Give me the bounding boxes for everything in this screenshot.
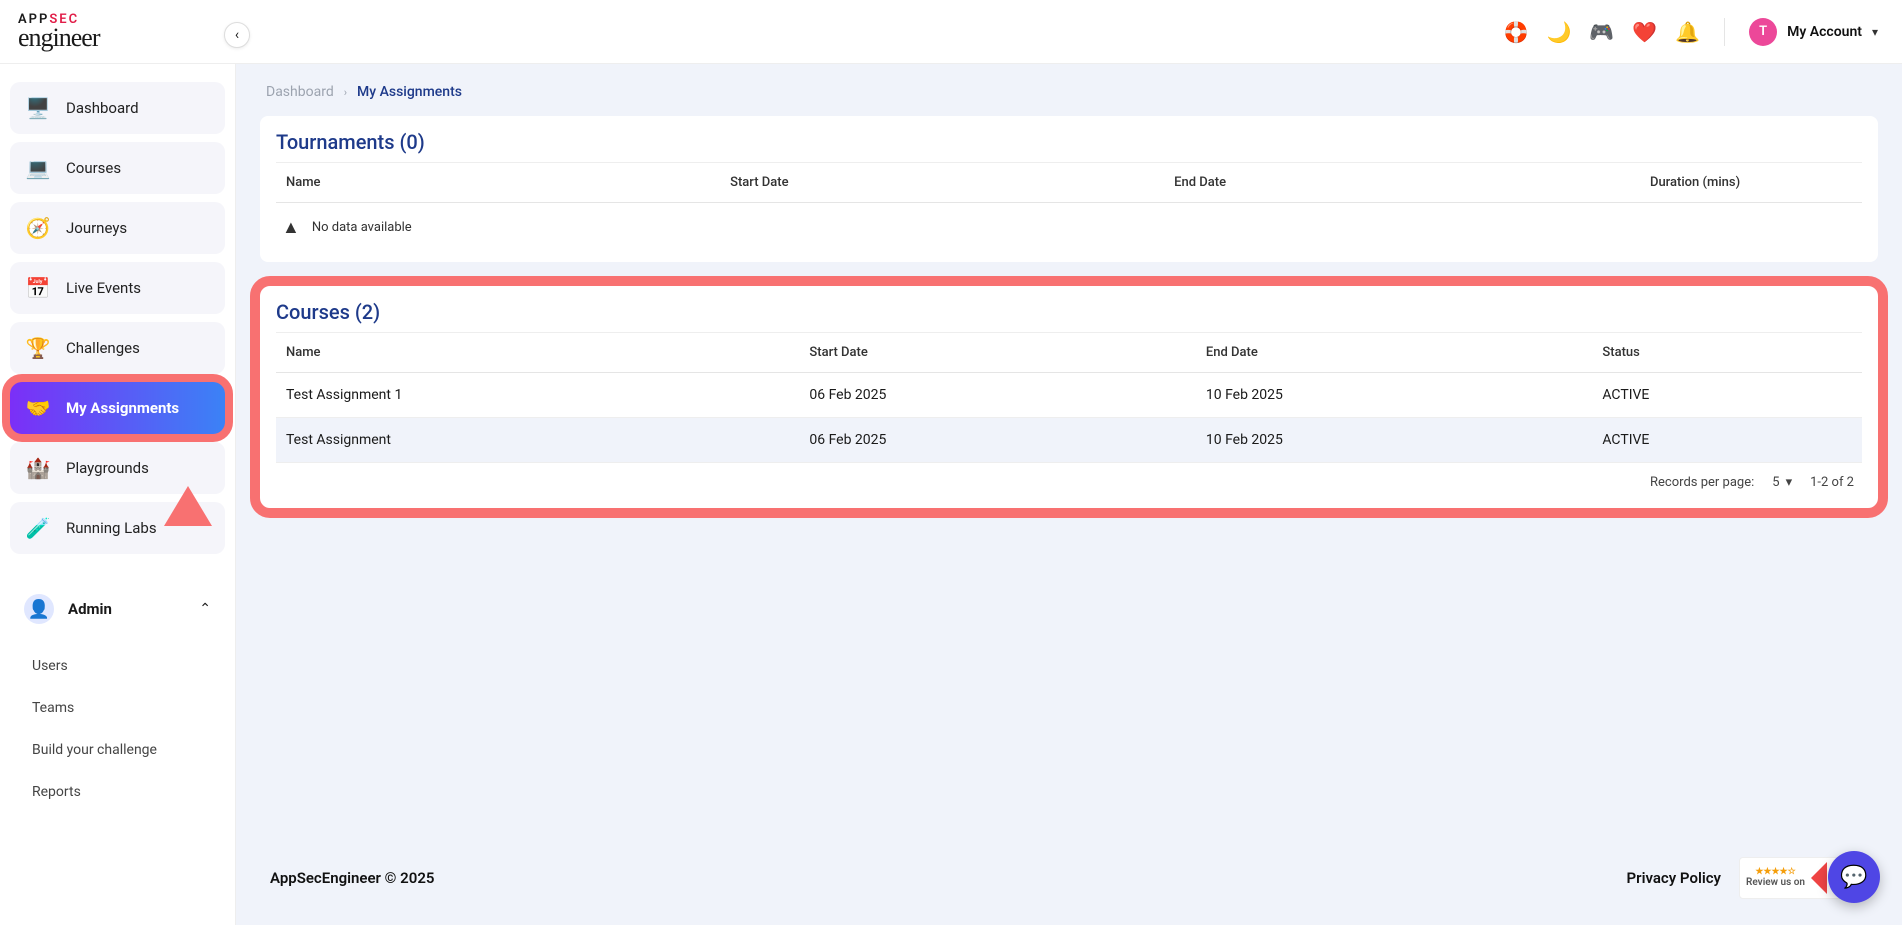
th-start: Start Date: [799, 333, 1196, 373]
sidebar-item-label: Journeys: [66, 219, 127, 237]
th-start: Start Date: [720, 163, 1164, 203]
admin-label: Admin: [68, 600, 185, 618]
main-content: Dashboard › My Assignments Tournaments (…: [236, 64, 1902, 925]
per-page-value: 5: [1772, 475, 1779, 490]
admin-toggle[interactable]: 👤 Admin ⌃: [14, 588, 221, 630]
sidebar-item-label: Dashboard: [66, 99, 139, 117]
admin-avatar-icon: 👤: [24, 594, 54, 624]
th-status: Status: [1592, 333, 1862, 373]
topbar: APPSEC engineer ‹ 🛟 🌙 🎮 ❤️ 🔔 T My Accoun…: [0, 0, 1902, 64]
admin-link-build-challenge[interactable]: Build your challenge: [28, 732, 221, 768]
playgrounds-icon: 🏰: [24, 454, 52, 482]
sidebar-item-running-labs[interactable]: 🧪 Running Labs: [10, 502, 225, 554]
th-end: End Date: [1196, 333, 1593, 373]
admin-subnav: Users Teams Build your challenge Reports: [14, 648, 221, 810]
sidebar-item-label: My Assignments: [66, 399, 179, 417]
heart-icon[interactable]: ❤️: [1632, 20, 1657, 44]
dashboard-icon: 🖥️: [24, 94, 52, 122]
records-per-page-select[interactable]: 5 ▾: [1772, 475, 1792, 490]
sidebar-item-label: Challenges: [66, 339, 140, 357]
admin-section: 👤 Admin ⌃ Users Teams Build your challen…: [10, 588, 225, 810]
breadcrumb-dashboard[interactable]: Dashboard: [266, 84, 334, 100]
nav: 🖥️ Dashboard 💻 Courses 🧭 Journeys 📅 Live…: [10, 82, 225, 554]
records-per-page-label: Records per page:: [1650, 475, 1754, 490]
courses-icon: 💻: [24, 154, 52, 182]
warning-icon: ▲: [282, 217, 300, 238]
footer: AppSecEngineer © 2025 Privacy Policy ★★★…: [260, 837, 1878, 905]
th-name: Name: [276, 163, 720, 203]
sidebar-item-my-assignments[interactable]: 🤝 My Assignments: [10, 382, 225, 434]
discord-icon[interactable]: 🎮: [1589, 20, 1614, 44]
sidebar: 🖥️ Dashboard 💻 Courses 🧭 Journeys 📅 Live…: [0, 64, 236, 925]
sidebar-item-live-events[interactable]: 📅 Live Events: [10, 262, 225, 314]
cell-status: ACTIVE: [1592, 373, 1862, 418]
sidebar-collapse-button[interactable]: ‹: [224, 22, 250, 48]
sidebar-item-challenges[interactable]: 🏆 Challenges: [10, 322, 225, 374]
journeys-icon: 🧭: [24, 214, 52, 242]
no-data-text: No data available: [312, 220, 412, 235]
breadcrumb: Dashboard › My Assignments: [260, 84, 1878, 100]
avatar-initial: T: [1759, 24, 1767, 39]
courses-card: Courses (2) Name Start Date End Date Sta…: [260, 286, 1878, 508]
sidebar-item-label: Courses: [66, 159, 121, 177]
table-row[interactable]: Test Assignment 1 06 Feb 2025 10 Feb 202…: [276, 373, 1862, 418]
chevron-left-icon: ‹: [235, 27, 239, 43]
breadcrumb-current: My Assignments: [357, 84, 462, 100]
admin-link-teams[interactable]: Teams: [28, 690, 221, 726]
cell-start: 06 Feb 2025: [799, 373, 1196, 418]
top-icons: 🛟 🌙 🎮 ❤️ 🔔 T My Account ▾: [1504, 18, 1878, 46]
tournaments-empty: ▲ No data available: [276, 203, 1862, 244]
live-events-icon: 📅: [24, 274, 52, 302]
stars-icon: ★★★★☆: [1755, 868, 1795, 878]
account-menu[interactable]: T My Account ▾: [1749, 18, 1878, 46]
admin-link-reports[interactable]: Reports: [28, 774, 221, 810]
bell-icon[interactable]: 🔔: [1675, 20, 1700, 44]
chevron-down-icon: ▾: [1786, 475, 1793, 490]
logo-bottom-text: engineer: [18, 26, 100, 49]
cell-status: ACTIVE: [1592, 418, 1862, 463]
g2-triangle: [1811, 862, 1827, 894]
dark-mode-icon[interactable]: 🌙: [1546, 20, 1571, 44]
account-label: My Account: [1787, 24, 1862, 40]
table-row[interactable]: Test Assignment 06 Feb 2025 10 Feb 2025 …: [276, 418, 1862, 463]
chevron-up-icon: ⌃: [199, 601, 211, 617]
sidebar-item-playgrounds[interactable]: 🏰 Playgrounds: [10, 442, 225, 494]
courses-table: Name Start Date End Date Status Test Ass…: [276, 332, 1862, 463]
sidebar-item-courses[interactable]: 💻 Courses: [10, 142, 225, 194]
cell-end: 10 Feb 2025: [1196, 418, 1593, 463]
sidebar-item-label: Running Labs: [66, 519, 157, 537]
challenges-icon: 🏆: [24, 334, 52, 362]
th-end: End Date: [1164, 163, 1640, 203]
chat-icon: 💬: [1840, 865, 1867, 890]
admin-link-users[interactable]: Users: [28, 648, 221, 684]
divider: [1724, 18, 1725, 46]
chevron-down-icon: ▾: [1872, 25, 1878, 39]
running-labs-icon: 🧪: [24, 514, 52, 542]
sidebar-item-label: Playgrounds: [66, 459, 149, 477]
tournaments-card: Tournaments (0) Name Start Date End Date…: [260, 116, 1878, 262]
cell-end: 10 Feb 2025: [1196, 373, 1593, 418]
footer-privacy-link[interactable]: Privacy Policy: [1627, 869, 1721, 887]
g2-review-text: Review us on: [1746, 877, 1805, 888]
cell-name: Test Assignment 1: [276, 373, 799, 418]
sidebar-item-label: Live Events: [66, 279, 141, 297]
th-duration: Duration (mins): [1640, 163, 1862, 203]
avatar: T: [1749, 18, 1777, 46]
pagination: Records per page: 5 ▾ 1-2 of 2: [276, 463, 1862, 490]
tournaments-title: Tournaments (0): [276, 130, 1862, 154]
sidebar-item-journeys[interactable]: 🧭 Journeys: [10, 202, 225, 254]
my-assignments-icon: 🤝: [24, 394, 52, 422]
cell-start: 06 Feb 2025: [799, 418, 1196, 463]
th-name: Name: [276, 333, 799, 373]
tournaments-table: Name Start Date End Date Duration (mins): [276, 162, 1862, 203]
lifebuoy-icon[interactable]: 🛟: [1504, 20, 1529, 44]
chat-fab[interactable]: 💬: [1828, 851, 1880, 903]
footer-copyright: AppSecEngineer © 2025: [270, 869, 434, 887]
courses-title: Courses (2): [276, 300, 1862, 324]
pagination-range: 1-2 of 2: [1810, 475, 1854, 490]
cell-name: Test Assignment: [276, 418, 799, 463]
sidebar-item-dashboard[interactable]: 🖥️ Dashboard: [10, 82, 225, 134]
logo[interactable]: APPSEC engineer: [18, 14, 100, 49]
chevron-right-icon: ›: [344, 86, 347, 99]
